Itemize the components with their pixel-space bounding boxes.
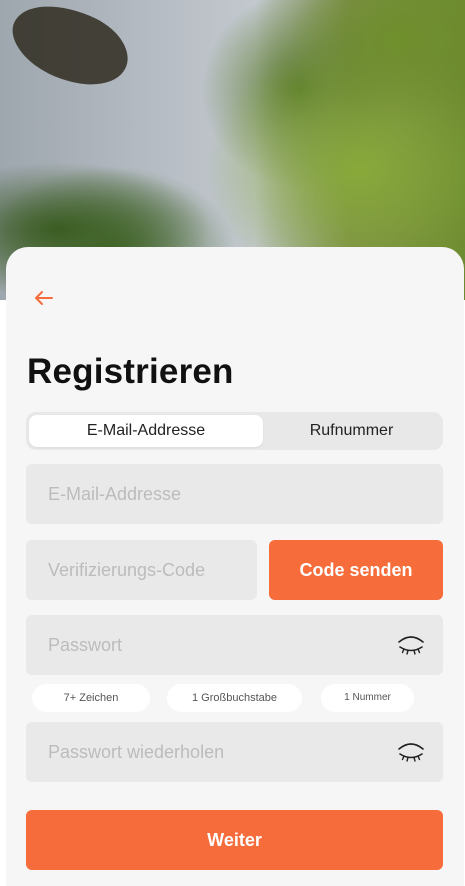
email-input[interactable] bbox=[26, 464, 443, 524]
password-repeat-visibility-toggle[interactable] bbox=[397, 741, 425, 763]
requirement-chip-number: 1 Nummer bbox=[321, 684, 414, 712]
password-field-container bbox=[26, 615, 443, 675]
send-code-button[interactable]: Code senden bbox=[269, 540, 443, 600]
requirement-chip-uppercase: 1 Großbuchstabe bbox=[167, 684, 302, 712]
code-field-container bbox=[26, 540, 257, 600]
password-input[interactable] bbox=[26, 615, 443, 675]
submit-button[interactable]: Weiter bbox=[26, 810, 443, 870]
eye-closed-icon bbox=[398, 743, 424, 762]
verification-code-input[interactable] bbox=[26, 540, 257, 600]
eye-closed-icon bbox=[398, 636, 424, 655]
requirement-chip-length: 7+ Zeichen bbox=[32, 684, 150, 712]
tab-phone[interactable]: Rufnummer bbox=[263, 415, 440, 447]
leaf-shape bbox=[0, 0, 140, 103]
password-visibility-toggle[interactable] bbox=[397, 634, 425, 656]
arrow-left-icon bbox=[35, 291, 53, 305]
email-field-container bbox=[26, 464, 443, 524]
tab-email[interactable]: E-Mail-Addresse bbox=[29, 415, 263, 447]
password-repeat-input[interactable] bbox=[26, 722, 443, 782]
registration-method-toggle: E-Mail-Addresse Rufnummer bbox=[26, 412, 443, 450]
page-title: Registrieren bbox=[27, 352, 234, 391]
back-button[interactable] bbox=[30, 284, 58, 312]
password-repeat-field-container bbox=[26, 722, 443, 782]
